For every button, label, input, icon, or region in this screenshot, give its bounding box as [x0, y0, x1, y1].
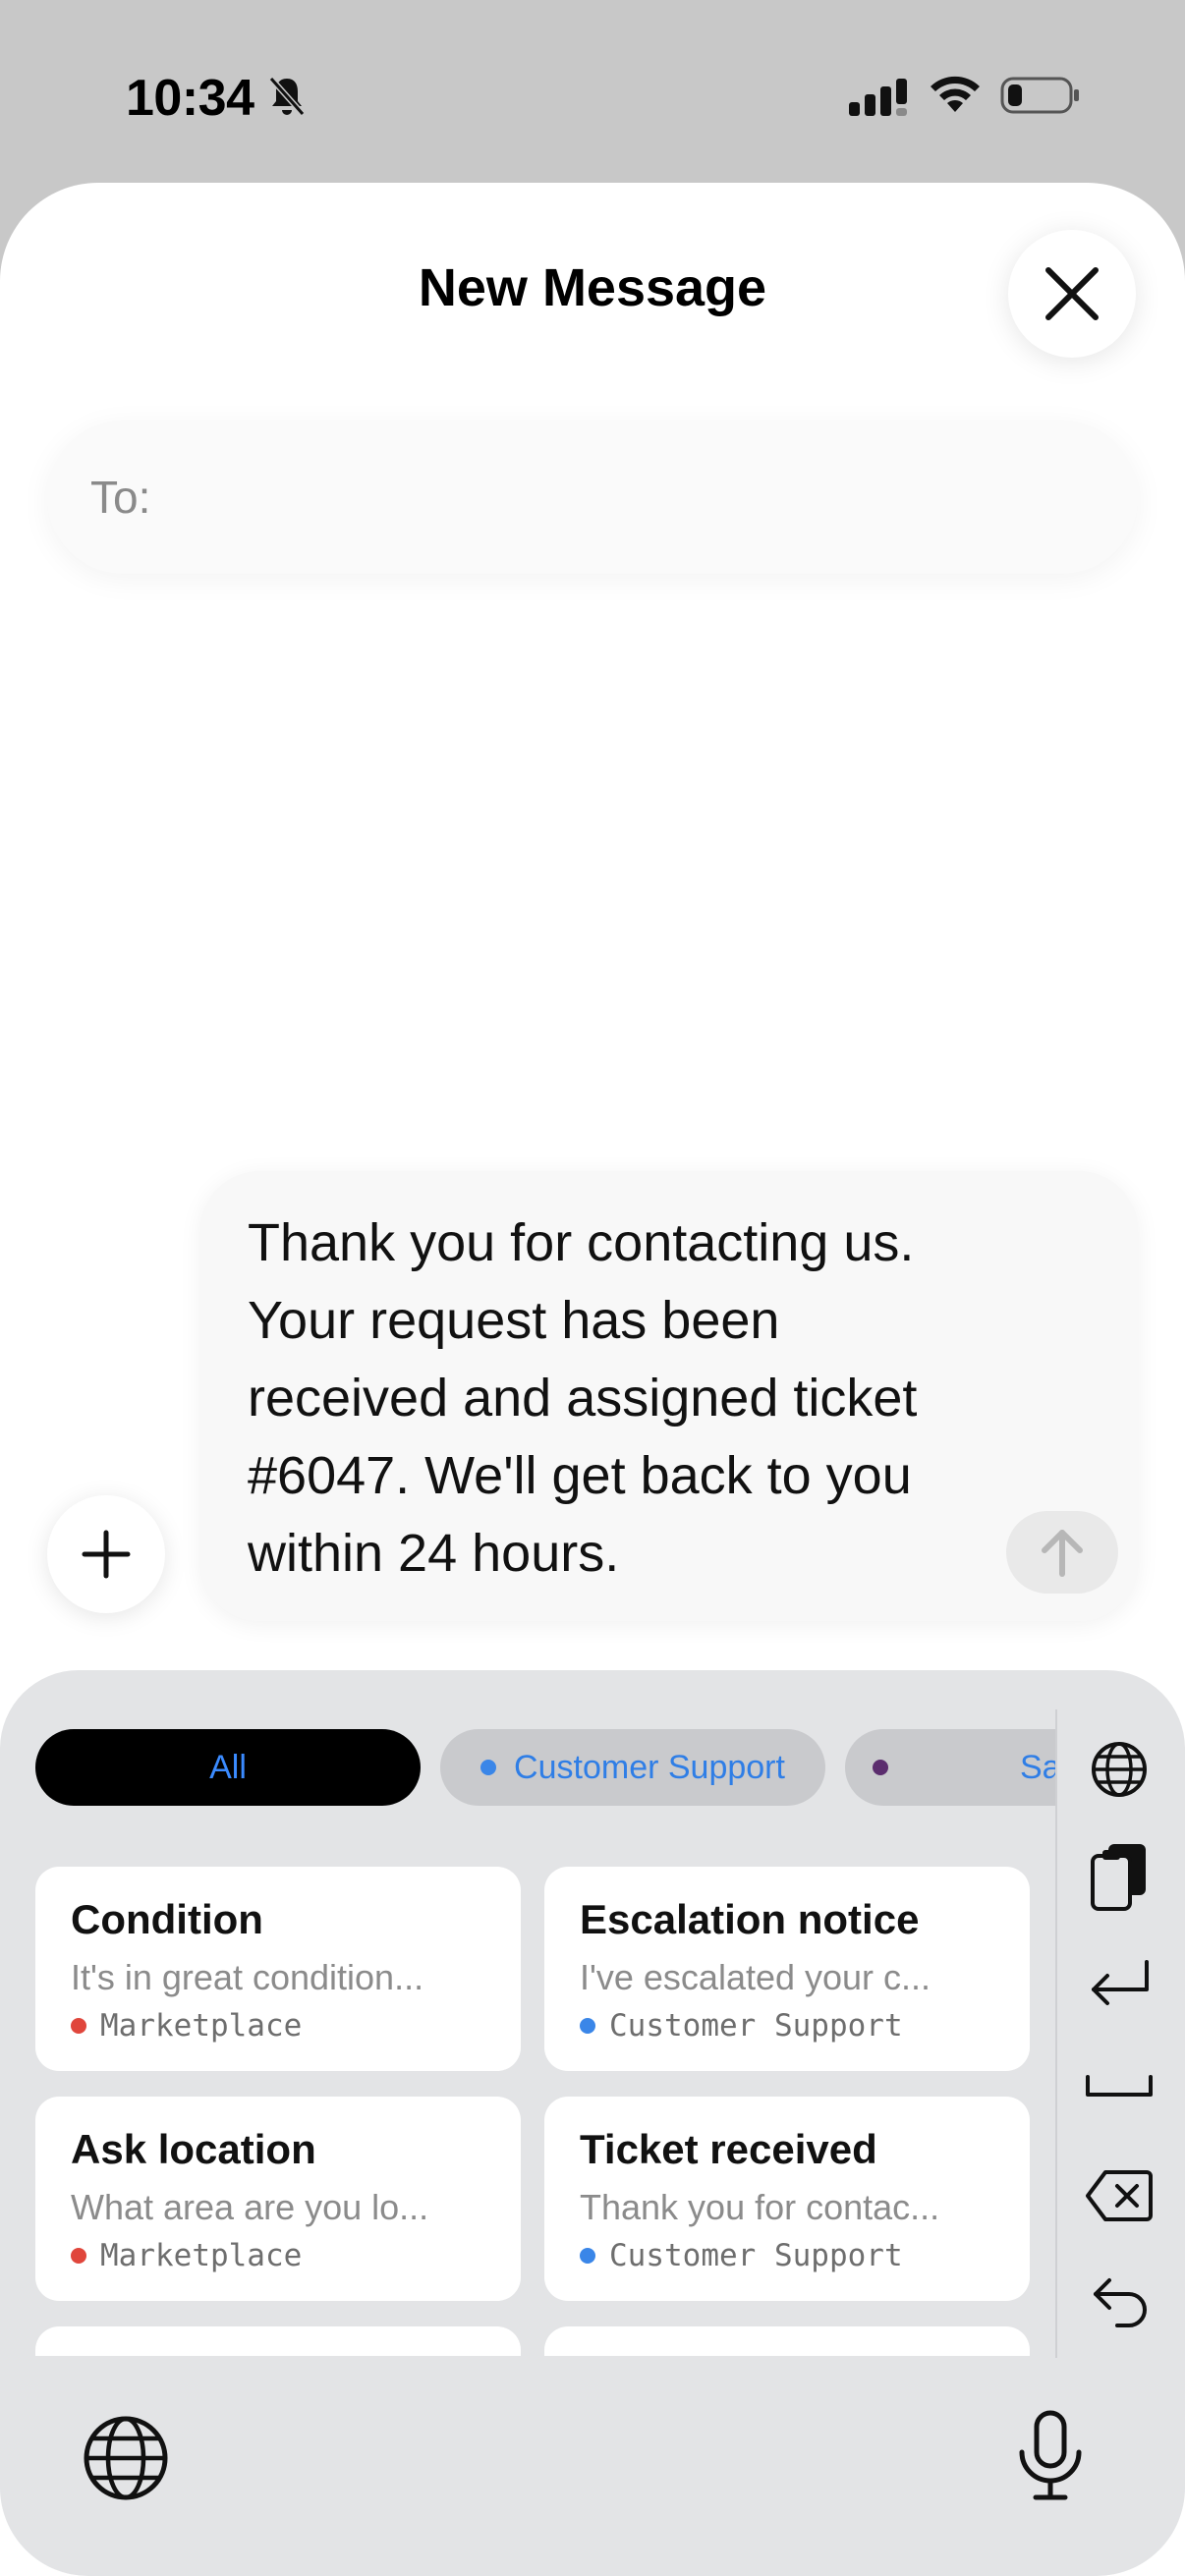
- filter-chip-label: All: [209, 1748, 247, 1786]
- globe-icon: [84, 2416, 168, 2500]
- add-attachment-button[interactable]: [47, 1495, 165, 1613]
- recipient-input[interactable]: [162, 420, 1138, 574]
- plus-icon: [82, 1530, 131, 1579]
- template-preview: It's in great condition...: [71, 1957, 424, 1997]
- category-dot: [580, 2018, 595, 2034]
- send-button[interactable]: [1006, 1511, 1118, 1594]
- template-title: Ask location: [71, 2126, 316, 2172]
- status-bar: 10:34: [0, 0, 1185, 187]
- undo-icon: [1094, 2278, 1147, 2327]
- template-category-label: Marketplace: [100, 2238, 303, 2273]
- page-title: New Message: [418, 258, 767, 317]
- undo-button[interactable]: [1075, 2256, 1163, 2344]
- message-composer[interactable]: Thank you for contacting us. Your reques…: [200, 1171, 1138, 1621]
- bell-muted-icon: [268, 77, 306, 116]
- category-dot: [71, 2018, 86, 2034]
- recipient-field[interactable]: To:: [47, 420, 1138, 574]
- template-keyboard: All Customer Support Sal: [0, 1670, 1185, 2576]
- delete-button[interactable]: [1075, 2152, 1163, 2240]
- category-dot: [580, 2248, 595, 2264]
- template-title: Condition: [71, 1896, 263, 1942]
- template-card[interactable]: Escalation notice I've escalated your c.…: [544, 1867, 1030, 2071]
- filter-chip-sales[interactable]: Sal: [845, 1729, 1057, 1806]
- template-title: Ticket received: [580, 2126, 877, 2172]
- to-label: To:: [90, 472, 151, 523]
- category-dot: [873, 1760, 888, 1775]
- template-category: Customer Support: [580, 2008, 994, 2044]
- microphone-icon: [1019, 2410, 1082, 2500]
- filter-chip-row: All Customer Support Sal: [35, 1729, 1057, 1808]
- cellular-signal-icon: [849, 79, 907, 116]
- close-icon: [1045, 267, 1099, 320]
- template-title: Escalation notice: [580, 1896, 920, 1942]
- filter-chip-label: Customer Support: [514, 1748, 785, 1786]
- side-divider: [1055, 1709, 1057, 2358]
- template-grid: Condition It's in great condition... Mar…: [35, 1867, 1034, 2356]
- filter-chip-all[interactable]: All: [35, 1729, 421, 1806]
- paste-button[interactable]: [1075, 1833, 1163, 1922]
- template-card[interactable]: Condition It's in great condition... Mar…: [35, 1867, 521, 2071]
- filter-chip-customer-support[interactable]: Customer Support: [440, 1729, 825, 1806]
- template-preview: I've escalated your c...: [580, 1957, 931, 1997]
- language-button[interactable]: [1075, 1725, 1163, 1814]
- template-category: Customer Support: [580, 2238, 994, 2273]
- wifi-icon: [931, 76, 980, 112]
- battery-low-icon: [1000, 77, 1079, 114]
- space-button[interactable]: [1075, 2042, 1163, 2130]
- template-card[interactable]: Ask location What area are you lo... Mar…: [35, 2097, 521, 2301]
- template-card[interactable]: [35, 2326, 521, 2356]
- arrow-up-icon: [1042, 1530, 1083, 1577]
- space-icon: [1086, 2075, 1153, 2097]
- template-card[interactable]: Ticket received Thank you for contac... …: [544, 2097, 1030, 2301]
- template-category: Marketplace: [71, 2238, 485, 2273]
- template-preview: Thank you for contac...: [580, 2187, 940, 2227]
- category-dot: [71, 2248, 86, 2264]
- dictation-button[interactable]: [1016, 2409, 1104, 2503]
- delete-icon: [1086, 2170, 1153, 2221]
- return-icon: [1092, 1960, 1149, 2005]
- template-category-label: Customer Support: [609, 2238, 903, 2273]
- template-card[interactable]: [544, 2326, 1030, 2356]
- keyboard-switch-button[interactable]: [81, 2413, 171, 2503]
- template-category: Marketplace: [71, 2008, 485, 2044]
- message-text[interactable]: Thank you for contacting us. Your reques…: [248, 1204, 994, 1593]
- template-category-label: Customer Support: [609, 2008, 903, 2044]
- category-dot: [480, 1760, 497, 1775]
- return-button[interactable]: [1075, 1939, 1163, 2028]
- template-category-label: Marketplace: [100, 2008, 303, 2044]
- close-button[interactable]: [1008, 230, 1136, 358]
- status-time: 10:34: [126, 70, 254, 127]
- filter-chip-label: Sal: [1020, 1748, 1057, 1786]
- globe-icon: [1092, 1742, 1147, 1797]
- paste-icon: [1091, 1844, 1146, 1911]
- template-preview: What area are you lo...: [71, 2187, 429, 2227]
